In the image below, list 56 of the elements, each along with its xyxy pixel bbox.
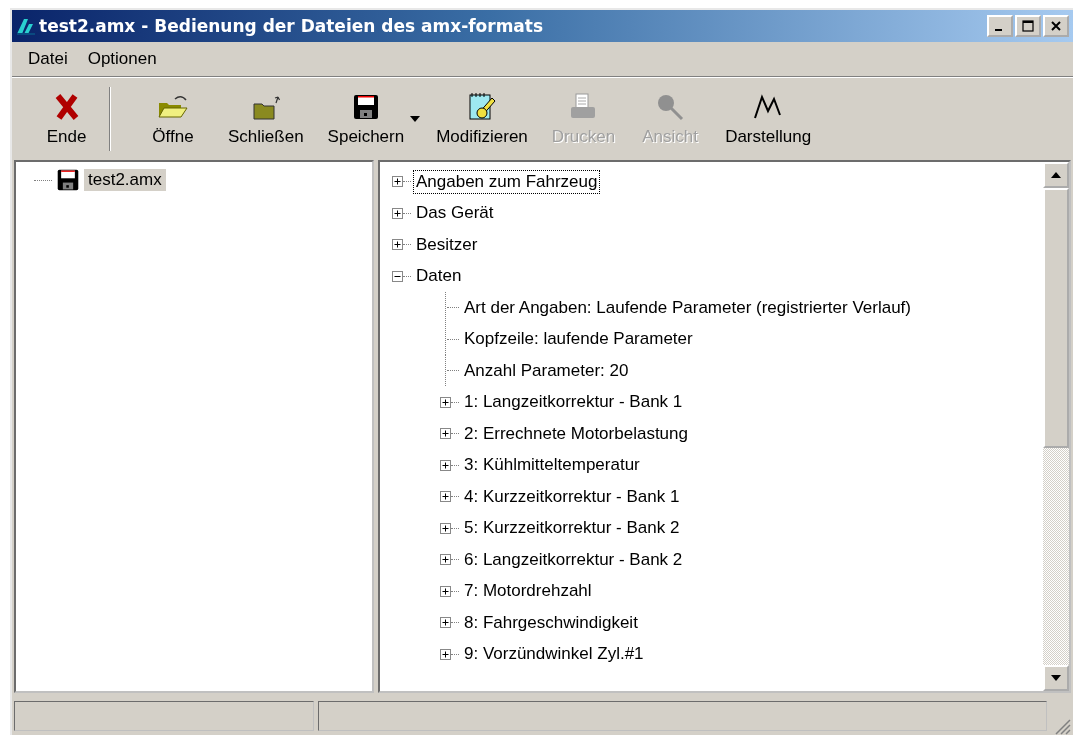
down-arrow-icon: [1051, 675, 1061, 681]
up-arrow-icon: [1051, 172, 1061, 178]
expand-toggle[interactable]: [440, 491, 451, 503]
scrollbar-thumb[interactable]: [1043, 188, 1069, 448]
window-title: test2.amx - Bedienung der Dateien des amx-formats: [39, 16, 544, 36]
vertical-scrollbar[interactable]: [1043, 162, 1069, 691]
expand-toggle[interactable]: [392, 239, 403, 251]
tree-node[interactable]: 9: Vorzündwinkel Zyl.#1: [461, 642, 647, 667]
tree-node[interactable]: 2: Errechnete Motorbelastung: [461, 421, 691, 446]
collapse-toggle[interactable]: [392, 270, 403, 282]
toolbar-button[interactable]: Darstellung: [713, 87, 824, 151]
scroll-down-button[interactable]: [1043, 665, 1069, 691]
expand-toggle[interactable]: [440, 648, 451, 660]
tree-node[interactable]: 7: Motordrehzahl: [461, 579, 595, 604]
expand-toggle[interactable]: [440, 585, 451, 597]
tree-node[interactable]: Besitzer: [413, 232, 481, 257]
notepad-pencil-icon: [466, 92, 498, 122]
toolbar-button[interactable]: Speichern: [315, 87, 417, 151]
tree-node[interactable]: 8: Fahrgeschwindigkeit: [461, 610, 641, 635]
tree-node[interactable]: Angaben zum Fahrzeug: [413, 169, 601, 194]
expand-toggle[interactable]: [392, 176, 403, 188]
tree-node[interactable]: 5: Kurzzeitkorrektur - Bank 2: [461, 516, 683, 541]
expand-toggle[interactable]: [440, 522, 451, 534]
tree-node[interactable]: 6: Langzeitkorrektur - Bank 2: [461, 547, 686, 572]
toolbar-button[interactable]: Schließen: [216, 87, 316, 151]
tree-node[interactable]: 4: Kurzzeitkorrektur - Bank 1: [461, 484, 683, 509]
tree-node[interactable]: Daten: [413, 264, 465, 289]
tree-item[interactable]: test2.amx: [84, 169, 166, 191]
expand-toggle[interactable]: [440, 617, 451, 629]
toolbar-button[interactable]: Ende: [24, 87, 110, 151]
expand-toggle[interactable]: [392, 207, 403, 219]
minimize-icon: [995, 29, 1002, 31]
open-folder-icon: [157, 93, 189, 121]
toolbar-button[interactable]: Modifizieren: [424, 87, 540, 151]
expand-toggle[interactable]: [440, 396, 451, 408]
caret-icon[interactable]: [410, 116, 421, 122]
tree-node[interactable]: Das Gerät: [413, 201, 497, 226]
menu-item[interactable]: Datei: [28, 49, 68, 69]
expand-toggle[interactable]: [440, 554, 451, 566]
maximize-icon: [1022, 20, 1034, 32]
tree-node[interactable]: Art der Angaben: Laufende Parameter (registrierter Verlauf): [461, 295, 914, 320]
minimize-button[interactable]: [987, 15, 1013, 37]
close-icon: [1050, 20, 1062, 32]
menu-item[interactable]: Optionen: [87, 49, 157, 69]
app-logo-icon: [16, 16, 36, 36]
tree-node[interactable]: Anzahl Parameter: 20: [461, 358, 632, 383]
close-button[interactable]: [1043, 15, 1069, 37]
tree-node[interactable]: 3: Kühlmitteltemperatur: [461, 453, 643, 478]
maximize-button[interactable]: [1015, 15, 1041, 37]
scroll-up-button[interactable]: [1043, 162, 1069, 188]
cross-icon: [53, 93, 80, 121]
expand-toggle[interactable]: [440, 428, 451, 440]
tree-node[interactable]: 1: Langzeitkorrektur - Bank 1: [461, 390, 686, 415]
tree-node[interactable]: Kopfzeile: laufende Parameter: [461, 327, 696, 352]
expand-toggle[interactable]: [440, 459, 451, 471]
toolbar-button[interactable]: Öffne: [130, 87, 216, 151]
